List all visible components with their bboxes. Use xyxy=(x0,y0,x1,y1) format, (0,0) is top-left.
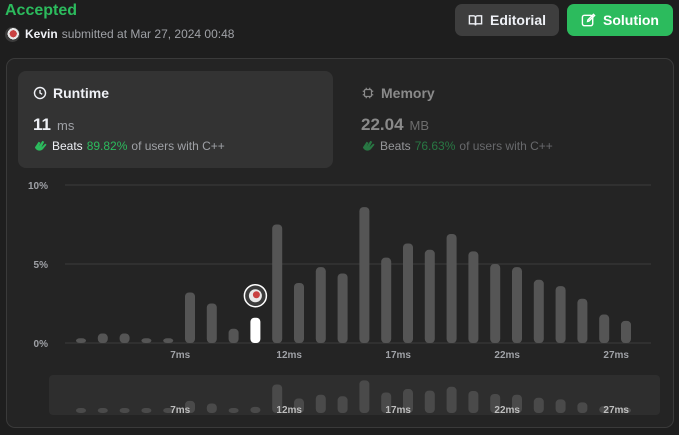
runtime-unit: ms xyxy=(56,118,75,133)
username[interactable]: Kevin xyxy=(25,27,58,41)
x-tick-label: 27ms xyxy=(603,350,629,361)
distribution-bar[interactable] xyxy=(512,267,522,343)
distribution-bar[interactable] xyxy=(228,328,239,343)
runtime-value: 11 xyxy=(33,115,51,134)
x-tick-label: 12ms xyxy=(276,350,302,361)
minimap-bar xyxy=(577,402,588,413)
minimap-bar xyxy=(315,394,326,413)
distribution-bar[interactable] xyxy=(206,303,217,344)
user-avatar[interactable] xyxy=(5,26,20,42)
minimap-bar xyxy=(76,408,86,413)
distribution-bar[interactable] xyxy=(272,224,283,344)
submitted-time: submitted at Mar 27, 2024 00:48 xyxy=(61,27,235,41)
distribution-bar[interactable] xyxy=(294,282,304,343)
minimap-x-tick-label: 17ms xyxy=(385,405,411,416)
y-tick-label: 10% xyxy=(28,181,48,192)
minimap-bar xyxy=(119,408,130,413)
runtime-beats-percent: 89.82% xyxy=(86,139,128,153)
distribution-bar[interactable] xyxy=(315,267,326,343)
solution-label: Solution xyxy=(603,12,659,28)
x-tick-label: 22ms xyxy=(494,350,520,361)
submission-status: Accepted xyxy=(5,2,78,19)
distribution-bar[interactable] xyxy=(76,338,86,343)
editorial-label: Editorial xyxy=(489,12,546,28)
memory-unit: MB xyxy=(409,118,430,133)
distribution-bar[interactable] xyxy=(185,292,195,343)
user-marker-detail xyxy=(252,291,260,299)
minimap-bar xyxy=(555,399,566,413)
minimap-x-tick-label: 22ms xyxy=(494,405,520,416)
runtime-beats-suffix: of users with C++ xyxy=(131,139,225,153)
edit-icon xyxy=(581,12,596,26)
minimap-bar xyxy=(206,403,217,413)
memory-beats-word: Beats xyxy=(380,139,411,153)
memory-beats-percent: 76.63% xyxy=(414,139,456,153)
submission-info: Kevin submitted at Mar 27, 2024 00:48 xyxy=(5,26,234,42)
distribution-bar[interactable] xyxy=(141,338,152,343)
minimap-bar xyxy=(337,396,348,413)
clap-icon xyxy=(362,140,375,151)
distribution-bar[interactable] xyxy=(337,273,348,343)
chart-minimap[interactable] xyxy=(49,375,660,415)
distribution-bar[interactable] xyxy=(599,314,610,343)
clap-icon xyxy=(34,140,47,151)
distribution-bar[interactable] xyxy=(163,338,174,343)
minimap-bar xyxy=(533,397,544,413)
minimap-x-tick-label: 7ms xyxy=(170,405,190,416)
book-icon xyxy=(468,14,483,25)
distribution-bar[interactable] xyxy=(119,333,130,343)
highlight-bar[interactable] xyxy=(250,317,261,343)
editorial-button[interactable]: Editorial xyxy=(455,4,559,36)
minimap-bar xyxy=(228,408,239,413)
y-tick-label: 5% xyxy=(34,260,49,271)
minimap-bar xyxy=(141,408,152,413)
minimap-bar xyxy=(468,390,479,413)
memory-card[interactable]: Memory 22.04 MB Beats 76.63% of users wi… xyxy=(346,71,661,168)
minimap-x-tick-label: 27ms xyxy=(603,405,629,416)
x-tick-label: 7ms xyxy=(170,350,190,361)
distribution-bar[interactable] xyxy=(381,257,392,343)
runtime-label: Runtime xyxy=(53,85,109,101)
minimap-bar xyxy=(446,386,457,413)
minimap-bar xyxy=(97,408,108,413)
runtime-beats-word: Beats xyxy=(52,139,83,153)
distribution-bar[interactable] xyxy=(468,251,479,343)
performance-panel: Runtime 11 ms Beats 89.82% of users with… xyxy=(6,58,674,428)
memory-value: 22.04 xyxy=(361,115,404,134)
distribution-bar[interactable] xyxy=(446,233,457,343)
distribution-bar[interactable] xyxy=(577,298,588,343)
distribution-bar[interactable] xyxy=(424,249,435,343)
distribution-bar[interactable] xyxy=(621,320,631,343)
y-tick-label: 0% xyxy=(34,339,49,350)
x-tick-label: 17ms xyxy=(385,350,411,361)
distribution-bar[interactable] xyxy=(490,264,501,343)
distribution-bar[interactable] xyxy=(555,286,566,343)
distribution-bar[interactable] xyxy=(403,243,413,343)
distribution-bar[interactable] xyxy=(97,333,108,343)
solution-button[interactable]: Solution xyxy=(567,4,673,36)
minimap-bar xyxy=(359,380,370,413)
chip-icon xyxy=(362,87,374,99)
memory-label: Memory xyxy=(381,85,435,101)
memory-beats-suffix: of users with C++ xyxy=(459,139,553,153)
minimap-bar xyxy=(424,390,435,413)
clock-icon xyxy=(33,86,47,100)
minimap-x-tick-label: 12ms xyxy=(276,405,302,416)
runtime-card[interactable]: Runtime 11 ms Beats 89.82% of users with… xyxy=(18,71,333,168)
distribution-bar[interactable] xyxy=(359,207,370,343)
minimap-bar xyxy=(250,406,261,413)
distribution-bar[interactable] xyxy=(533,279,544,343)
